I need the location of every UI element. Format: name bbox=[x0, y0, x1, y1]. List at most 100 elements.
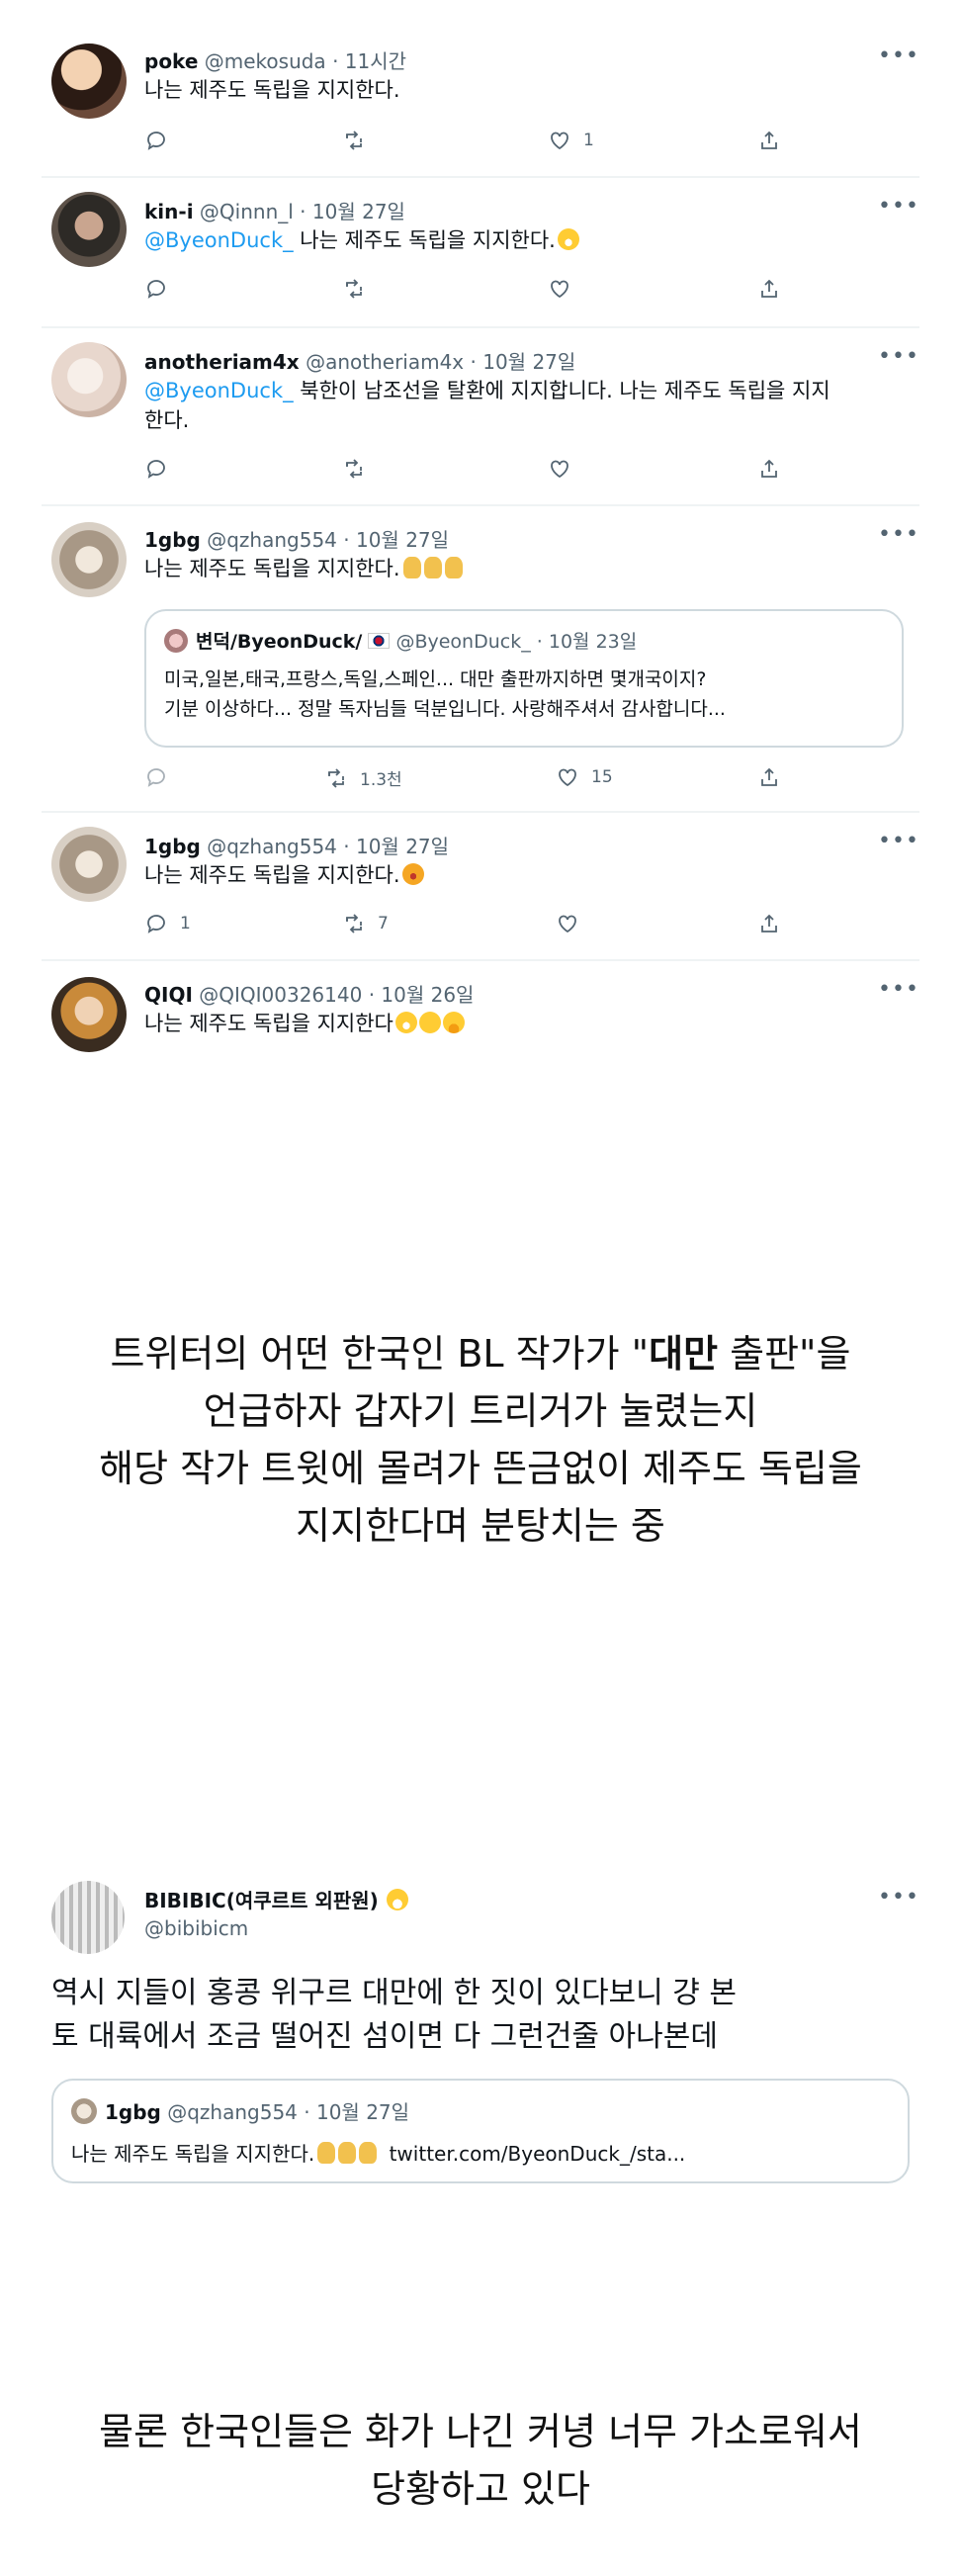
retweet-icon bbox=[346, 131, 362, 150]
tweet-text-line: 토 대륙에서 조금 떨어진 섬이면 다 그런건줄 아나본데 bbox=[51, 2019, 718, 2054]
quote-avatar bbox=[71, 2098, 97, 2124]
share-button[interactable] bbox=[757, 457, 781, 481]
tweet[interactable]: 1gbg @qzhang554 · 10월 27일 ••• 나는 제주도 독립을… bbox=[0, 813, 961, 961]
like-button[interactable] bbox=[548, 457, 571, 481]
reply-button[interactable] bbox=[144, 765, 168, 789]
retweet-icon bbox=[346, 279, 362, 299]
avatar[interactable] bbox=[51, 192, 127, 267]
more-options-icon[interactable]: ••• bbox=[878, 1885, 919, 1910]
quoted-tweet[interactable]: 1gbg @qzhang554 · 10월 27일 나는 제주도 독립을 지지한… bbox=[51, 2079, 910, 2183]
dot-separator: · bbox=[304, 2100, 310, 2124]
korean-flag-icon bbox=[368, 633, 391, 649]
tweet[interactable]: BIBIBIC(여쿠르트 외판원) @bibibicm ••• 역시 지들이 홍… bbox=[0, 1869, 961, 2205]
author-handle[interactable]: @qzhang554 bbox=[207, 835, 337, 858]
reply-icon bbox=[147, 460, 165, 478]
tweet-text: 나는 제주도 독립을 지지한다. bbox=[300, 228, 556, 252]
more-options-icon[interactable]: ••• bbox=[878, 344, 919, 369]
tweet[interactable]: anotheriam4x @anotheriam4x · 10월 27일 •••… bbox=[0, 328, 961, 506]
tweet[interactable]: 1gbg @qzhang554 · 10월 27일 ••• 나는 제주도 독립을… bbox=[0, 506, 961, 813]
quote-author-handle: @ByeonDuck_ bbox=[395, 631, 531, 653]
more-options-icon[interactable]: ••• bbox=[878, 829, 919, 853]
caption-line: 언급하자 갑자기 트리거가 눌렸는지 bbox=[203, 1389, 758, 1433]
quote-link[interactable]: twitter.com/ByeonDuck_/sta... bbox=[390, 2142, 686, 2166]
timestamp[interactable]: 10월 26일 bbox=[381, 983, 474, 1007]
share-icon bbox=[761, 460, 777, 478]
author-name[interactable]: poke bbox=[144, 49, 198, 73]
avatar[interactable] bbox=[51, 1881, 125, 1954]
caption-line: 해당 작가 트윗에 몰려가 뜬금없이 제주도 독립을 bbox=[99, 1447, 862, 1490]
reply-button[interactable]: 1 bbox=[144, 912, 191, 935]
like-button[interactable]: 1 bbox=[548, 129, 594, 152]
tweet-text: 나는 제주도 독립을 지지한다. bbox=[144, 78, 400, 102]
author-name[interactable]: BIBIBIC(여쿠르트 외판원) bbox=[144, 1889, 379, 1912]
tweet-text: 나는 제주도 독립을 지지한다. bbox=[144, 557, 400, 580]
like-icon bbox=[559, 915, 576, 933]
retweet-button[interactable]: 7 bbox=[342, 912, 389, 935]
tweet[interactable]: kin-i @Qinnn_l · 10월 27일 ••• @ByeonDuck_… bbox=[0, 178, 961, 326]
avatar[interactable] bbox=[51, 827, 127, 902]
mention-link[interactable]: @ByeonDuck_ bbox=[144, 228, 294, 252]
quote-author-name: 1gbg bbox=[105, 2100, 161, 2124]
retweet-button[interactable]: 1.3천 bbox=[324, 765, 402, 790]
avatar[interactable] bbox=[51, 977, 127, 1052]
author-name[interactable]: QIQI bbox=[144, 983, 193, 1007]
retweet-icon bbox=[328, 767, 344, 788]
like-button[interactable]: 15 bbox=[556, 765, 613, 789]
caption-line: 물론 한국인들은 화가 나긴 커녕 너무 가소로워서 bbox=[99, 2410, 862, 2453]
retweet-button[interactable] bbox=[342, 129, 378, 152]
quote-author-name: 변덕/ByeonDuck/ bbox=[196, 631, 363, 653]
timestamp[interactable]: 10월 27일 bbox=[312, 200, 405, 223]
author-handle[interactable]: @Qinnn_l bbox=[200, 200, 294, 223]
retweet-button[interactable] bbox=[342, 457, 366, 481]
tweet-text: 나는 제주도 독립을 지지한다 bbox=[144, 1012, 393, 1035]
timestamp[interactable]: 11시간 bbox=[345, 49, 406, 73]
share-button[interactable] bbox=[757, 765, 781, 789]
like-button[interactable] bbox=[556, 912, 579, 935]
mention-link[interactable]: @ByeonDuck_ bbox=[144, 379, 294, 402]
more-options-icon[interactable]: ••• bbox=[878, 194, 919, 219]
timestamp[interactable]: 10월 27일 bbox=[482, 350, 575, 374]
retweet-button[interactable] bbox=[342, 277, 366, 301]
grinning-emoji-icon bbox=[557, 228, 579, 250]
timestamp[interactable]: 10월 27일 bbox=[356, 528, 449, 552]
like-count: 1 bbox=[583, 131, 594, 150]
caption-block: 트위터의 어떤 한국인 BL 작가가 "대만 출판"을 언급하자 갑자기 트리거… bbox=[0, 1325, 961, 1554]
author-handle[interactable]: @QIQI00326140 bbox=[199, 983, 362, 1007]
reply-button[interactable] bbox=[144, 129, 180, 152]
like-icon bbox=[551, 132, 568, 149]
author-name[interactable]: anotheriam4x bbox=[144, 350, 300, 374]
tweet[interactable]: poke @mekosuda · 11시간 ••• 나는 제주도 독립을 지지한… bbox=[0, 0, 961, 178]
share-button[interactable] bbox=[757, 912, 781, 935]
reply-icon bbox=[147, 280, 165, 298]
dot-separator: · bbox=[343, 528, 350, 552]
author-handle[interactable]: @qzhang554 bbox=[207, 528, 337, 552]
reply-button[interactable] bbox=[144, 457, 168, 481]
author-handle[interactable]: @mekosuda bbox=[205, 49, 326, 73]
reply-button[interactable] bbox=[144, 277, 168, 301]
mask-emoji-icon bbox=[387, 1889, 409, 1910]
avatar[interactable] bbox=[51, 44, 127, 119]
avatar[interactable] bbox=[51, 522, 127, 597]
author-name[interactable]: kin-i bbox=[144, 200, 194, 223]
like-button[interactable] bbox=[548, 277, 571, 301]
caption-line: 지지한다며 분탕치는 중 bbox=[296, 1504, 665, 1548]
author-name[interactable]: 1gbg bbox=[144, 835, 201, 858]
quote-author-handle: @qzhang554 bbox=[167, 2100, 298, 2124]
tweet[interactable]: QIQI @QIQI00326140 · 10월 26일 ••• 나는 제주도 … bbox=[0, 961, 961, 1060]
caption-text: 출판"을 bbox=[718, 1332, 851, 1376]
quoted-tweet[interactable]: 변덕/ByeonDuck/ @ByeonDuck_ · 10월 23일 미국,일… bbox=[144, 609, 904, 748]
folded-hands-emoji-icon bbox=[359, 2142, 378, 2164]
more-options-icon[interactable]: ••• bbox=[878, 977, 919, 1002]
share-icon bbox=[761, 280, 777, 298]
more-options-icon[interactable]: ••• bbox=[878, 522, 919, 547]
reply-icon bbox=[147, 915, 165, 933]
author-name[interactable]: 1gbg bbox=[144, 528, 201, 552]
timestamp[interactable]: 10월 27일 bbox=[356, 835, 449, 858]
author-handle[interactable]: @bibibicm bbox=[144, 1916, 248, 1940]
more-options-icon[interactable]: ••• bbox=[878, 44, 919, 68]
share-button[interactable] bbox=[757, 129, 781, 152]
share-button[interactable] bbox=[757, 277, 781, 301]
avatar[interactable] bbox=[51, 342, 127, 417]
dot-separator: · bbox=[536, 631, 543, 653]
author-handle[interactable]: @anotheriam4x bbox=[306, 350, 464, 374]
